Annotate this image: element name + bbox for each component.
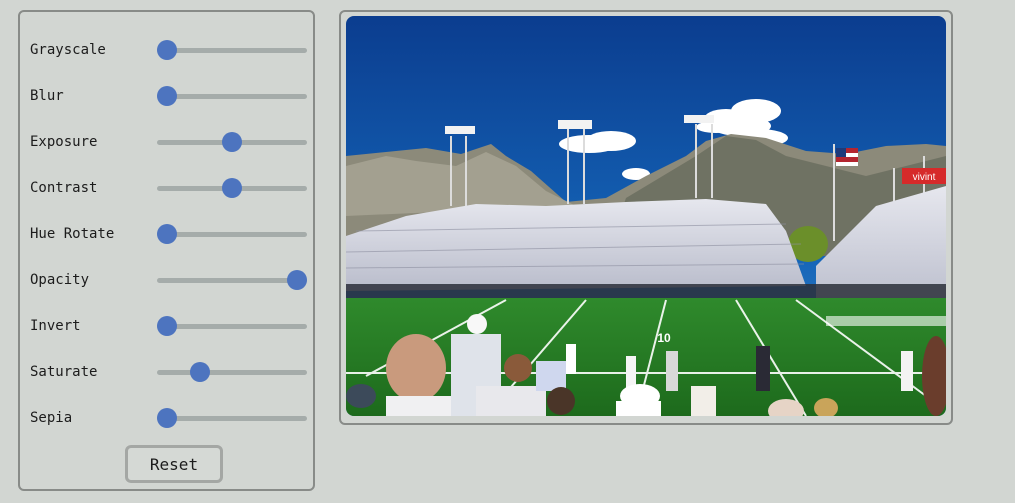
stadium-photo: vivint 10 <box>346 16 946 416</box>
grayscale-slider-thumb[interactable] <box>157 40 177 60</box>
blur-slider-thumb[interactable] <box>157 86 177 106</box>
exposure-label: Exposure <box>30 134 98 150</box>
saturate-label: Saturate <box>30 364 98 380</box>
sepia-label: Sepia <box>30 410 73 426</box>
sepia-slider[interactable] <box>157 408 307 428</box>
opacity-slider-thumb[interactable] <box>287 270 307 290</box>
yard-marker: 10 <box>657 331 671 345</box>
contrast-slider[interactable] <box>157 178 307 198</box>
grayscale-control: Grayscale <box>30 35 307 65</box>
exposure-slider[interactable] <box>157 132 307 152</box>
saturate-slider[interactable] <box>157 362 307 382</box>
invert-slider[interactable] <box>157 316 307 336</box>
reset-button[interactable]: Reset <box>125 445 223 483</box>
sepia-slider-thumb[interactable] <box>157 408 177 428</box>
filter-controls-panel: Grayscale Blur Exposure Contrast Hue Rotate O… <box>18 10 315 491</box>
blur-slider[interactable] <box>157 86 307 106</box>
contrast-control: Contrast <box>30 173 307 203</box>
scoreboard-text: vivint <box>913 172 936 183</box>
exposure-control: Exposure <box>30 127 307 157</box>
saturate-slider-thumb[interactable] <box>189 362 210 382</box>
opacity-label: Opacity <box>30 272 90 288</box>
opacity-slider[interactable] <box>157 270 307 290</box>
contrast-slider-thumb[interactable] <box>222 178 242 198</box>
grayscale-label: Grayscale <box>30 42 106 58</box>
blur-control: Blur <box>30 81 307 111</box>
invert-slider-thumb[interactable] <box>157 316 177 336</box>
image-preview-frame: vivint 10 <box>339 10 953 425</box>
blur-label: Blur <box>30 88 64 104</box>
hue-rotate-slider[interactable] <box>157 224 307 244</box>
hue-rotate-control: Hue Rotate <box>30 219 307 249</box>
grayscale-slider[interactable] <box>157 40 307 60</box>
saturate-control: Saturate <box>30 357 307 387</box>
hue-rotate-label: Hue Rotate <box>30 226 115 242</box>
sepia-control: Sepia <box>30 403 307 433</box>
hue-rotate-slider-thumb[interactable] <box>157 224 177 244</box>
flag <box>836 148 858 166</box>
exposure-slider-thumb[interactable] <box>222 132 242 152</box>
invert-label: Invert <box>30 318 81 334</box>
opacity-control: Opacity <box>30 265 307 295</box>
contrast-label: Contrast <box>30 180 98 196</box>
invert-control: Invert <box>30 311 307 341</box>
stadium-photo-graphic: vivint 10 <box>346 16 946 416</box>
